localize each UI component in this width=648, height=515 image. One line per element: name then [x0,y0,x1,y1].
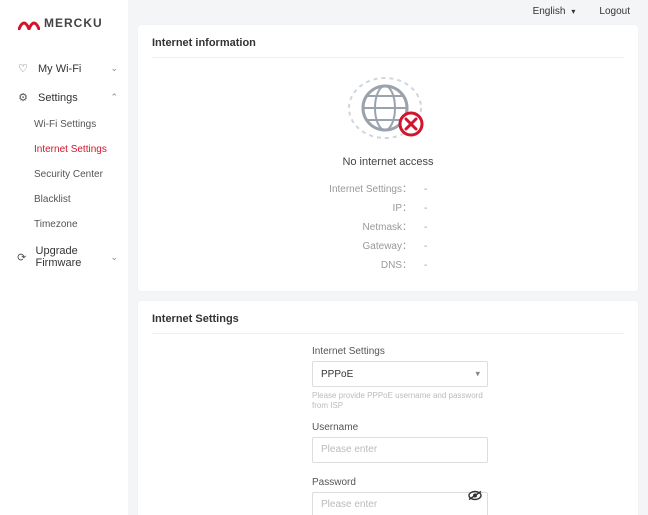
sidebar-item-wifi-settings[interactable]: Wi-Fi Settings [0,112,128,137]
select-label: Internet Settings [312,346,488,357]
no-internet-illustration [152,70,624,148]
username-label: Username [312,422,488,433]
topbar: English ▾ Logout [138,0,638,25]
logout-link[interactable]: Logout [599,6,630,17]
info-value: - [418,216,448,235]
info-label: IP： [328,197,418,216]
info-value: - [418,254,448,273]
card-title: Internet Settings [152,313,624,334]
internet-info-table: Internet Settings： - IP： - Netmask： - Ga… [328,178,448,273]
caret-down-icon: ▾ [571,7,575,16]
username-input[interactable] [312,437,488,463]
internet-settings-card: Internet Settings Internet Settings Plea… [138,301,638,515]
password-input[interactable] [312,492,488,515]
connection-type-select[interactable] [312,361,488,387]
internet-settings-form: Internet Settings Please provide PPPoE u… [312,346,488,515]
info-label: Internet Settings： [328,178,418,197]
internet-status-message: No internet access [152,156,624,168]
table-row: Gateway： - [328,235,448,254]
sidebar: MERCKU ♡ My Wi-Fi ⌄ ⚙ Settings ⌃ Wi-Fi S… [0,0,128,515]
language-selector[interactable]: English ▾ [533,6,576,17]
password-label: Password [312,477,488,488]
sidebar-item-security-center[interactable]: Security Center [0,162,128,187]
sidebar-item-internet-settings[interactable]: Internet Settings [0,137,128,162]
brand-logo: MERCKU [0,14,128,54]
main-content: English ▾ Logout Internet information [128,0,648,515]
nav-upgrade-firmware[interactable]: ⟳ Upgrade Firmware ⌄ [0,237,128,277]
form-hint: Please provide PPPoE username and passwo… [312,391,488,412]
table-row: Internet Settings： - [328,178,448,197]
info-label: Netmask： [328,216,418,235]
info-value: - [418,178,448,197]
brand-text: MERCKU [44,16,103,30]
nav-label: Settings [38,92,78,104]
nav-my-wifi[interactable]: ♡ My Wi-Fi ⌄ [0,54,128,83]
gear-icon: ⚙ [16,91,30,104]
nav-label: Upgrade Firmware [36,245,111,269]
nav-label: My Wi-Fi [38,63,81,75]
table-row: IP： - [328,197,448,216]
table-row: Netmask： - [328,216,448,235]
info-label: DNS： [328,254,418,273]
info-label: Gateway： [328,235,418,254]
update-icon: ⟳ [16,251,28,264]
sidebar-item-timezone[interactable]: Timezone [0,212,128,237]
language-label: English [533,6,566,17]
chevron-down-icon: ⌄ [110,252,118,263]
nav-settings[interactable]: ⚙ Settings ⌃ [0,83,128,112]
wifi-icon: ♡ [16,62,30,75]
mercku-logo-icon [18,16,40,30]
toggle-password-visibility-icon[interactable] [468,491,482,504]
info-value: - [418,235,448,254]
chevron-down-icon: ⌄ [110,63,118,74]
info-value: - [418,197,448,216]
card-title: Internet information [152,37,624,58]
chevron-up-icon: ⌃ [110,92,118,103]
sidebar-item-blacklist[interactable]: Blacklist [0,187,128,212]
table-row: DNS： - [328,254,448,273]
internet-info-card: Internet information No inte [138,25,638,291]
